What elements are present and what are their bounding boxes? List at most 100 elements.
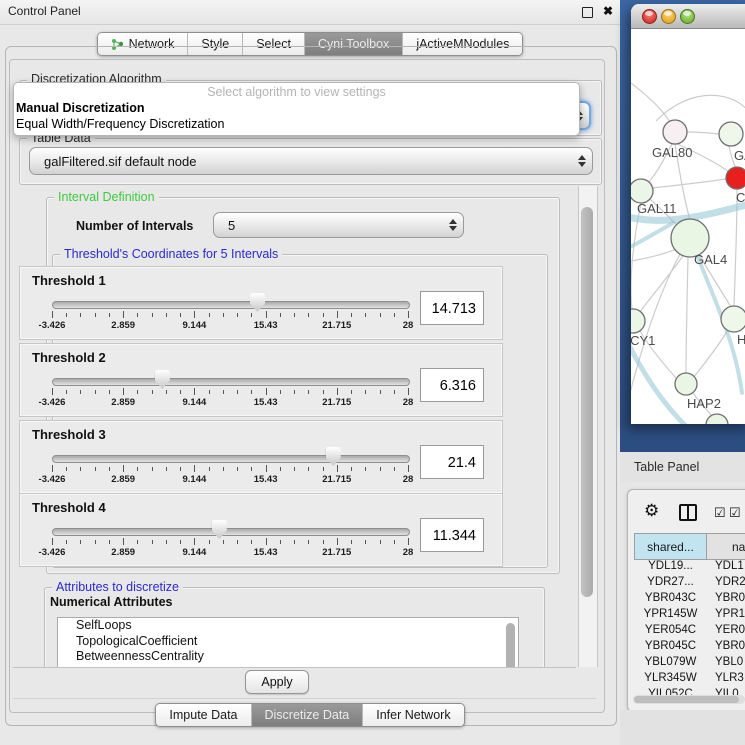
table-cell: YBL0 <box>707 656 745 672</box>
network-edge <box>694 330 728 377</box>
table-data-combo-value: galFiltered.sif default node <box>30 154 572 169</box>
network-node[interactable] <box>631 309 645 333</box>
table-panel-footer <box>620 710 745 745</box>
threshold-value-field[interactable]: 11.344 <box>420 518 484 552</box>
zoom-button[interactable] <box>680 9 695 24</box>
threshold-label: Threshold 2 <box>32 350 106 365</box>
table-cell: YBL079W <box>634 656 707 672</box>
apply-row: Apply <box>13 667 596 699</box>
tab-discretize-data[interactable]: Discretize Data <box>251 704 363 726</box>
slider-thumb[interactable] <box>326 447 341 466</box>
minimize-button[interactable] <box>661 9 676 24</box>
table-row[interactable]: YDR27...YDR2 <box>634 576 745 592</box>
main-scrollbar-track[interactable] <box>578 186 598 667</box>
slider-thumb[interactable] <box>212 520 227 539</box>
close-icon[interactable]: ✖ <box>603 4 613 18</box>
network-node[interactable] <box>721 306 745 332</box>
table-row[interactable]: YPR145WYPR1 <box>634 608 745 624</box>
numerical-attributes-list[interactable]: SelfLoopsTopologicalCoefficientBetweenne… <box>57 617 519 668</box>
float-icon[interactable] <box>582 7 593 18</box>
table-row[interactable]: YLR345WYLR3 <box>634 672 745 688</box>
table-cell: YBR043C <box>634 592 707 608</box>
attribute-list-item[interactable]: BetweennessCentrality <box>58 649 518 665</box>
table-cell: YLR345W <box>634 672 707 688</box>
network-node-label: HAP2 <box>687 396 721 411</box>
close-button[interactable] <box>642 9 657 24</box>
network-node[interactable] <box>726 167 745 189</box>
slider-ticks <box>52 311 408 319</box>
tab-impute-data[interactable]: Impute Data <box>156 704 250 726</box>
slider-track[interactable] <box>52 528 410 536</box>
column-header-name[interactable]: na <box>707 533 745 560</box>
table-cell: YPR145W <box>634 608 707 624</box>
checkbox-icon[interactable]: ☑ <box>714 505 726 521</box>
attribute-list-item[interactable]: TopologicalCoefficient <box>58 634 518 650</box>
table-cell: YPR1 <box>707 608 745 624</box>
main-scrollbar-thumb[interactable] <box>581 207 593 597</box>
slider-track[interactable] <box>52 301 410 309</box>
attributes-list-scrollbar-thumb[interactable] <box>506 623 515 668</box>
table-row[interactable]: YDL19...YDL1 <box>634 560 745 576</box>
split-view-icon[interactable] <box>679 504 697 521</box>
network-window-titlebar[interactable] <box>631 4 745 29</box>
popup-hint: Select algorithm to view settings <box>14 83 579 100</box>
network-edge <box>656 95 745 121</box>
threshold-value-field[interactable]: 21.4 <box>420 445 484 479</box>
slider-track[interactable] <box>52 378 410 386</box>
network-node-label: GAL11 <box>637 201 677 216</box>
table-hscrollbar-track[interactable] <box>633 695 745 704</box>
popup-option[interactable]: Manual Discretization <box>14 100 579 116</box>
group-interval-definition-title: Interval Definition <box>54 190 159 204</box>
network-node[interactable] <box>663 120 687 144</box>
threshold-value-field[interactable]: 14.713 <box>420 291 484 325</box>
popup-option[interactable]: Equal Width/Frequency Discretization <box>14 116 579 132</box>
spinner-value: 5 <box>214 218 443 233</box>
table-cell: YLR3 <box>707 672 745 688</box>
table-row[interactable]: YBR043CYBR0 <box>634 592 745 608</box>
slider-track[interactable] <box>52 455 410 463</box>
network-node[interactable] <box>631 179 653 203</box>
tab-label: Infer Network <box>376 708 450 722</box>
group-attributes-title: Attributes to discretize <box>52 580 183 594</box>
table-hscrollbar-thumb[interactable] <box>634 696 739 703</box>
table-cell: YBR0 <box>707 640 745 656</box>
table-row[interactable]: YBL079WYBL0 <box>634 656 745 672</box>
threshold-label: Threshold 3 <box>32 427 106 442</box>
table-row[interactable]: YER054CYER0 <box>634 624 745 640</box>
spinner-stepper-icon <box>443 219 463 231</box>
attribute-list-item[interactable]: SelfLoops <box>58 618 518 634</box>
slider-thumb[interactable] <box>155 370 170 389</box>
checkbox-icon[interactable]: ☑ <box>729 505 741 521</box>
control-panel-titlebar: Control Panel ✖ <box>0 0 620 25</box>
network-node[interactable] <box>719 122 743 146</box>
number-of-intervals-spinner[interactable]: 5 <box>213 212 464 238</box>
table-panel-title: Table Panel <box>634 460 699 474</box>
table-panel-header: Table Panel <box>620 452 745 482</box>
network-node[interactable] <box>706 414 728 424</box>
table-cell: YER0 <box>707 624 745 640</box>
apply-button[interactable]: Apply <box>245 670 309 694</box>
group-threshold-coordinates-title: Threshold's Coordinates for 5 Intervals <box>60 247 282 261</box>
table-data-combo[interactable]: galFiltered.sif default node <box>29 147 593 175</box>
data-table: shared... na YDL19...YDL1YDR27...YDR2YBR… <box>634 533 745 704</box>
gear-icon[interactable]: ⚙ <box>644 501 659 521</box>
combo-stepper-icon <box>572 155 592 167</box>
network-node[interactable] <box>675 373 697 395</box>
tab-infer-network[interactable]: Infer Network <box>362 704 463 726</box>
table-cell: YBR0 <box>707 592 745 608</box>
table-cell: YDR27... <box>634 576 707 592</box>
network-node-label: C <box>736 190 745 205</box>
network-edge <box>640 256 683 312</box>
slider-ticks <box>52 388 408 396</box>
threshold-value-field[interactable]: 6.316 <box>420 368 484 402</box>
network-canvas[interactable]: GAL80GACGAL11GAL4GCY1HHAP2 <box>631 29 745 424</box>
table-card: ⚙ ☑ ☑ shared... na YDL19...YDL1YDR27...Y… <box>627 489 745 712</box>
table-cell: YDL1 <box>707 560 745 576</box>
threshold-panel: Threshold 3-3.4262.8599.14415.4321.71528… <box>19 420 503 494</box>
column-header-shared[interactable]: shared... <box>634 533 707 560</box>
bottom-tab-bar: Impute Data Discretize Data Infer Network <box>0 703 620 726</box>
tab-label: Discretize Data <box>265 708 350 722</box>
slider-thumb[interactable] <box>250 293 265 312</box>
table-row[interactable]: YBR045CYBR0 <box>634 640 745 656</box>
threshold-panel: Threshold 1-3.4262.8599.14415.4321.71528… <box>19 266 503 340</box>
